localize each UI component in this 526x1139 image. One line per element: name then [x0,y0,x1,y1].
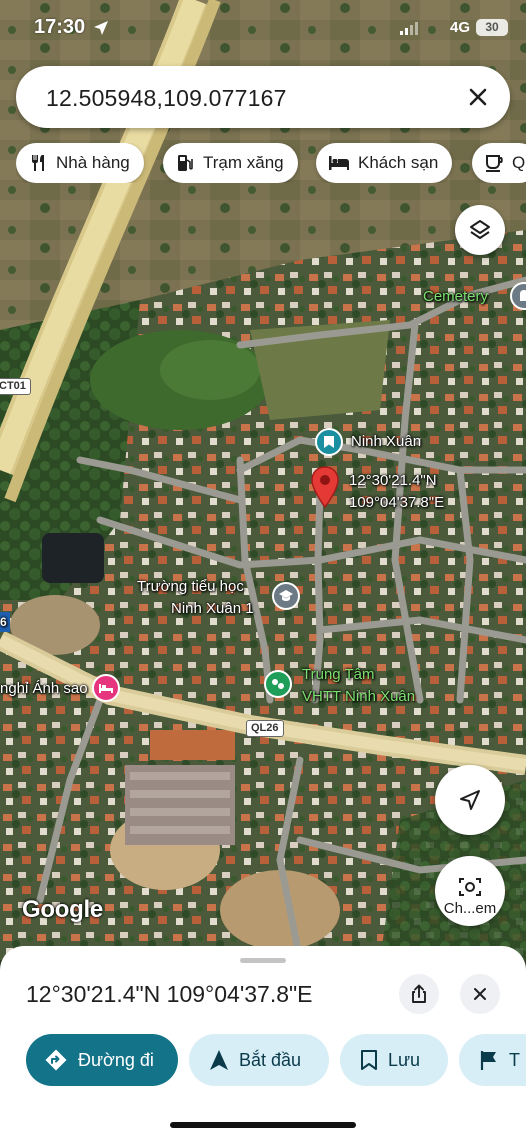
chip-label: Nhà hàng [56,153,130,172]
layers-button[interactable] [455,205,505,255]
close-sheet-button[interactable] [460,974,500,1014]
close-icon[interactable] [464,83,492,111]
navigation-arrow-icon [210,1050,228,1070]
school-label-line1[interactable]: Trường tiểu học [137,578,244,596]
chip-label: Khách sạn [358,153,439,172]
chip-label: Q [512,153,526,172]
camera-search-label: Ch...em [443,900,497,917]
search-bar[interactable]: 12.505948,109.077167 [16,66,510,128]
close-icon [474,988,486,1000]
hotel-icon [329,156,349,170]
road-shield-edge: 6 [0,615,7,629]
camera-scan-icon [459,878,481,896]
share-icon [412,984,426,1003]
network-type: 4G [449,19,470,36]
cemetery-label[interactable]: Cemetery [423,288,488,306]
flag-icon [480,1051,496,1070]
cultural-center-label-line1[interactable]: Trung Tâm [302,666,375,684]
school-label-line2[interactable]: Ninh Xuân 1 [171,600,254,618]
category-chips: Nhà hàng Trạm xăng Khách sạn Q [16,143,526,183]
location-arrow-icon [94,21,108,35]
label-button[interactable]: T [459,1034,526,1086]
directions-label: Đường đi [78,1049,154,1070]
battery-icon: 30 [476,19,508,36]
directions-button[interactable]: Đường đi [26,1034,178,1086]
bookmark-poi-icon[interactable] [315,428,343,456]
road-shield-ct01: CT01 [0,378,31,395]
status-time: 17:30 [34,16,86,38]
home-indicator [170,1122,356,1128]
search-query[interactable]: 12.505948,109.077167 [46,85,287,112]
start-button[interactable]: Bắt đầu [189,1034,329,1086]
navigation-outline-icon [460,790,480,810]
bottom-sheet: 12°30'21.4"N 109°04'37.8"E Đường đi Bắt … [0,946,526,1139]
pin-longitude-label: 109°04'37.8"E [349,494,445,511]
layers-icon [470,220,490,239]
bookmark-icon [361,1050,377,1070]
save-label: Lưu [388,1049,421,1070]
chip-hotels[interactable]: Khách sạn [316,143,453,183]
school-poi-icon[interactable] [272,582,300,610]
cultural-center-poi-icon[interactable] [264,670,292,698]
coffee-icon [486,155,503,172]
hotel-label[interactable]: nghỉ Ánh sao [0,680,88,698]
chip-gas-stations[interactable]: Trạm xăng [163,143,298,183]
my-location-button[interactable] [435,765,505,835]
restaurant-icon [32,155,44,171]
directions-icon [45,1049,67,1071]
chip-label: Trạm xăng [203,153,284,172]
chip-restaurants[interactable]: Nhà hàng [16,143,144,183]
start-label: Bắt đầu [239,1049,302,1070]
save-button[interactable]: Lưu [340,1034,448,1086]
status-bar: 17:30 4G 30 [0,0,526,58]
hotel-poi-icon[interactable] [92,674,120,702]
signal-icon [400,22,418,35]
share-button[interactable] [399,974,439,1014]
coordinates-title: 12°30'21.4"N 109°04'37.8"E [26,981,313,1007]
label-button-text: T [509,1049,520,1070]
dropped-pin-icon[interactable] [310,465,340,509]
google-attribution: Google [22,896,103,923]
cultural-center-label-line2[interactable]: VHTT Ninh Xuân [302,688,415,706]
drag-handle[interactable] [240,958,286,963]
road-shield-ql26: QL26 [246,720,284,737]
action-buttons: Đường đi Bắt đầu Lưu T [26,1034,526,1086]
camera-search-button[interactable]: Ch...em [435,856,505,926]
pin-latitude-label: 12°30'21.4"N [349,472,437,489]
gas-station-icon [178,155,193,171]
chip-coffee[interactable]: Q [472,143,526,183]
ninh-xuan-label[interactable]: Ninh Xuân [351,433,421,451]
